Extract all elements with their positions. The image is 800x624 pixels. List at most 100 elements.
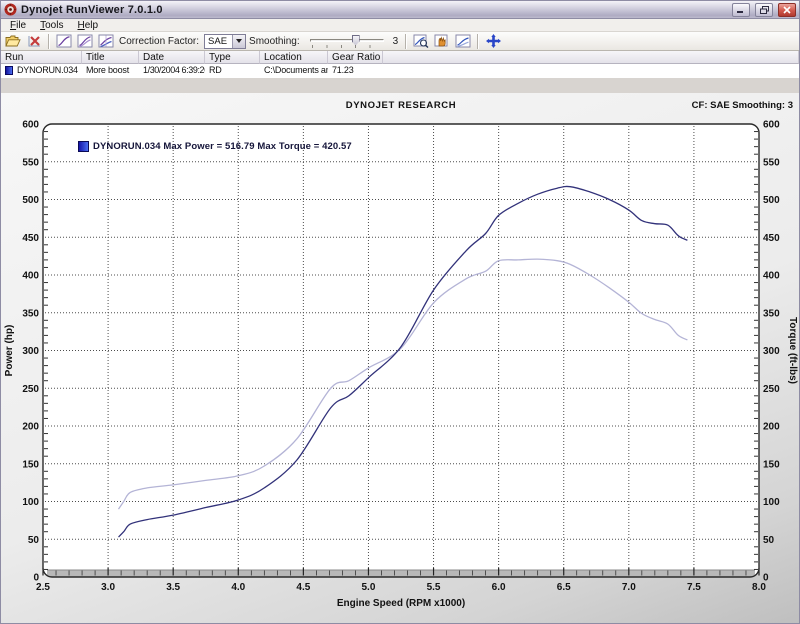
location-cell: C:\Documents and bbox=[260, 64, 328, 76]
window-title: Dynojet RunViewer 7.0.1.0 bbox=[21, 4, 727, 16]
graph-overlay-button[interactable] bbox=[75, 33, 95, 50]
svg-text:4.0: 4.0 bbox=[231, 582, 245, 593]
svg-text:100: 100 bbox=[22, 497, 39, 508]
svg-text:3.0: 3.0 bbox=[101, 582, 115, 593]
svg-text:200: 200 bbox=[763, 422, 780, 433]
pan-graph-button[interactable] bbox=[432, 33, 452, 50]
svg-text:450: 450 bbox=[22, 233, 39, 244]
svg-text:50: 50 bbox=[28, 535, 40, 546]
delete-run-button[interactable] bbox=[24, 33, 44, 50]
open-folder-icon bbox=[5, 34, 21, 48]
svg-text:250: 250 bbox=[22, 384, 39, 395]
compare-graph-button[interactable] bbox=[453, 33, 473, 50]
svg-text:8.0: 8.0 bbox=[752, 582, 766, 593]
svg-text:6.5: 6.5 bbox=[557, 582, 571, 593]
app-icon bbox=[4, 3, 17, 16]
gear-ratio-cell: 71.23 bbox=[328, 64, 383, 76]
run-list-header: Run Title Date Type Location Gear Ratio bbox=[1, 51, 799, 64]
graph-single-button[interactable] bbox=[54, 33, 74, 50]
restore-button[interactable] bbox=[755, 3, 773, 17]
delete-run-icon bbox=[27, 34, 42, 48]
svg-text:100: 100 bbox=[763, 497, 780, 508]
svg-text:50: 50 bbox=[763, 535, 775, 546]
svg-text:4.5: 4.5 bbox=[296, 582, 310, 593]
smoothing-slider[interactable] bbox=[308, 34, 386, 49]
smoothing-value: 3 bbox=[390, 36, 402, 47]
svg-text:350: 350 bbox=[22, 308, 39, 319]
legend-text: DYNORUN.034 Max Power = 516.79 Max Torqu… bbox=[93, 141, 352, 152]
legend-color-swatch bbox=[78, 141, 89, 152]
chevron-down-icon bbox=[236, 39, 242, 43]
graph-single-icon bbox=[56, 34, 72, 48]
column-header-type[interactable]: Type bbox=[205, 51, 260, 64]
svg-text:5.0: 5.0 bbox=[362, 582, 376, 593]
column-header-run[interactable]: Run bbox=[1, 51, 82, 64]
restore-icon bbox=[760, 6, 769, 14]
svg-text:600: 600 bbox=[22, 120, 39, 131]
run-name: DYNORUN.034 bbox=[17, 65, 78, 75]
svg-text:Power (hp): Power (hp) bbox=[4, 325, 15, 377]
svg-text:3.5: 3.5 bbox=[166, 582, 180, 593]
svg-text:400: 400 bbox=[763, 271, 780, 282]
column-header-date[interactable]: Date bbox=[139, 51, 205, 64]
correction-factor-label: Correction Factor: bbox=[117, 36, 203, 47]
svg-text:2.5: 2.5 bbox=[36, 582, 50, 593]
run-row[interactable]: DYNORUN.034 More boost 1/30/2004 6:39:26… bbox=[1, 64, 799, 76]
column-header-title[interactable]: Title bbox=[82, 51, 139, 64]
zoom-graph-button[interactable] bbox=[411, 33, 431, 50]
svg-text:200: 200 bbox=[22, 422, 39, 433]
toolbar: Correction Factor: SAE Smoothing: 3 bbox=[1, 32, 799, 51]
slider-groove[interactable] bbox=[310, 39, 384, 42]
graph-overlay-icon bbox=[77, 34, 93, 48]
spacer bbox=[1, 78, 799, 93]
zoom-graph-icon bbox=[413, 34, 429, 48]
svg-text:150: 150 bbox=[763, 459, 780, 470]
correction-factor-value: SAE bbox=[205, 36, 232, 47]
svg-text:600: 600 bbox=[763, 120, 780, 131]
svg-text:5.5: 5.5 bbox=[427, 582, 441, 593]
combo-dropdown-button[interactable] bbox=[232, 35, 245, 48]
type-cell: RD bbox=[205, 64, 260, 76]
title-bar: Dynojet RunViewer 7.0.1.0 bbox=[1, 1, 799, 19]
svg-text:400: 400 bbox=[22, 271, 39, 282]
graph-multi-button[interactable] bbox=[96, 33, 116, 50]
svg-text:150: 150 bbox=[22, 459, 39, 470]
toolbar-separator bbox=[477, 34, 479, 49]
chart-legend: DYNORUN.034 Max Power = 516.79 Max Torqu… bbox=[78, 141, 352, 152]
toolbar-separator bbox=[48, 34, 50, 49]
menu-help[interactable]: Help bbox=[70, 20, 105, 31]
menu-bar: File Tools Help bbox=[1, 19, 799, 32]
column-header-blank bbox=[383, 51, 799, 64]
graph-multi-icon bbox=[98, 34, 114, 48]
smoothing-label: Smoothing: bbox=[247, 36, 304, 47]
move-crosshair-icon bbox=[486, 34, 501, 48]
move-graph-button[interactable] bbox=[483, 33, 503, 50]
svg-text:300: 300 bbox=[763, 346, 780, 357]
menu-tools[interactable]: Tools bbox=[33, 20, 70, 31]
column-header-gear-ratio[interactable]: Gear Ratio bbox=[328, 51, 383, 64]
close-icon bbox=[783, 6, 791, 14]
column-header-location[interactable]: Location bbox=[260, 51, 328, 64]
app-window: Dynojet RunViewer 7.0.1.0 File Tools Hel… bbox=[0, 0, 800, 624]
correction-factor-select[interactable]: SAE bbox=[204, 34, 246, 49]
dyno-plot[interactable]: 0050501001001501502002002502503003003503… bbox=[1, 93, 800, 624]
svg-text:350: 350 bbox=[763, 308, 780, 319]
title-cell: More boost bbox=[82, 64, 139, 76]
run-list: Run Title Date Type Location Gear Ratio … bbox=[1, 51, 799, 78]
slider-ticks bbox=[312, 45, 384, 48]
close-button[interactable] bbox=[778, 3, 796, 17]
svg-text:500: 500 bbox=[22, 195, 39, 206]
chart-panel: DYNOJET RESEARCH CF: SAE Smoothing: 3 00… bbox=[1, 93, 799, 623]
toolbar-separator bbox=[405, 34, 407, 49]
svg-text:550: 550 bbox=[763, 157, 780, 168]
compare-graph-icon bbox=[455, 34, 471, 48]
svg-text:450: 450 bbox=[763, 233, 780, 244]
svg-text:500: 500 bbox=[763, 195, 780, 206]
minimize-button[interactable] bbox=[732, 3, 750, 17]
open-run-button[interactable] bbox=[3, 33, 23, 50]
menu-file[interactable]: File bbox=[3, 20, 33, 31]
svg-text:7.5: 7.5 bbox=[687, 582, 701, 593]
svg-text:6.0: 6.0 bbox=[492, 582, 506, 593]
svg-text:250: 250 bbox=[763, 384, 780, 395]
run-color-swatch bbox=[5, 66, 13, 75]
